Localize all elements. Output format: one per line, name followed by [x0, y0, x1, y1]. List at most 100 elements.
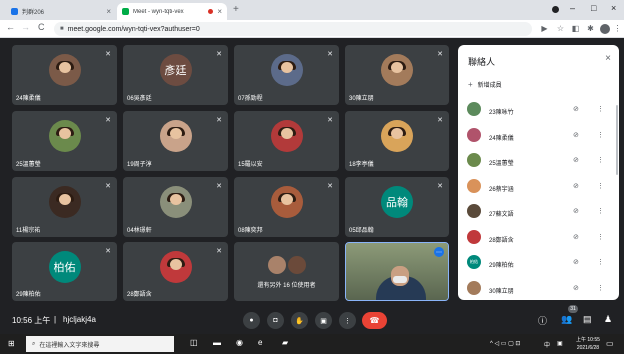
camera-toggle-icon[interactable]: ◘ — [267, 312, 284, 329]
meeting-code[interactable]: hjcljakj4a — [63, 315, 96, 324]
more-participants-tile[interactable]: 還有另外 16 位使用者 — [234, 242, 339, 301]
tab-close-icon[interactable]: × — [217, 7, 222, 16]
people-list-item[interactable]: 27蘇文語 ⊘ ⋮ — [458, 202, 619, 222]
extensions-icon[interactable]: ◧ — [571, 24, 580, 33]
participant-tile[interactable]: 彥廷 ✕ 06吳彥廷 — [123, 45, 228, 105]
avatar-face — [169, 258, 182, 270]
raise-hand-icon[interactable]: ✋ — [291, 312, 308, 329]
tab-close-icon[interactable]: × — [106, 7, 111, 16]
person-name: 24陳柔儀 — [489, 135, 514, 142]
participant-tile[interactable]: ✕ 19周子淳 — [123, 111, 228, 171]
people-icon[interactable]: 👥 — [561, 314, 572, 325]
self-video-tile[interactable]: ⋯ — [345, 242, 449, 301]
participant-tile[interactable]: ✕ 11楊宗祐 — [12, 177, 117, 237]
ime-mode-icon[interactable]: ▣ — [557, 340, 563, 347]
chrome-menu-icon[interactable]: ⋮ — [613, 24, 622, 33]
close-window-button[interactable]: × — [611, 3, 616, 13]
person-more-icon[interactable]: ⋮ — [597, 156, 604, 164]
person-more-icon[interactable]: ⋮ — [597, 131, 604, 139]
taskbar-search-box[interactable]: ⌕ 在這裡輸入文字來搜尋 — [26, 336, 174, 352]
participant-tile[interactable]: ✕ 15羅以安 — [234, 111, 339, 171]
tab-search-icon[interactable] — [552, 6, 559, 13]
folder-icon[interactable]: ▰ — [282, 338, 288, 347]
close-panel-icon[interactable]: × — [605, 53, 611, 64]
people-list-scrollbar[interactable] — [616, 105, 618, 175]
maximize-button[interactable]: □ — [591, 3, 596, 13]
chrome-icon[interactable]: ◉ — [236, 338, 243, 347]
profile-avatar[interactable] — [600, 24, 610, 34]
people-list-item[interactable]: 26蔡宇涵 ⊘ ⋮ — [458, 177, 619, 197]
person-mic-off-icon[interactable]: ⊘ — [573, 182, 579, 190]
participant-tile[interactable]: ✕ 28鄭語含 — [123, 242, 228, 301]
start-icon[interactable]: ⊞ — [8, 339, 15, 348]
participant-tile[interactable]: 柏佑 ✕ 29陳柏佑 — [12, 242, 117, 301]
chat-icon[interactable]: ▤ — [583, 314, 592, 325]
ime-indicator[interactable]: 中 — [544, 340, 550, 349]
minimize-button[interactable]: – — [570, 3, 575, 13]
tile-more-options-icon[interactable]: ⋯ — [434, 247, 444, 257]
person-mic-off-icon[interactable]: ⊘ — [573, 105, 579, 113]
participant-avatar: 柏佑 — [48, 250, 81, 283]
people-list-item[interactable]: 23陳咏竹 ⊘ ⋮ — [458, 100, 619, 120]
reload-icon[interactable]: C — [38, 22, 45, 32]
tab-meet[interactable]: Meet - wyn-tqti-vex × — [117, 3, 227, 20]
add-people-button[interactable]: + 新增成員 — [468, 80, 502, 89]
muted-mic-icon: ✕ — [327, 117, 333, 124]
participant-tile[interactable]: ✕ 04林璟軒 — [123, 177, 228, 237]
people-list-item[interactable]: 24陳柔儀 ⊘ ⋮ — [458, 126, 619, 146]
person-name: 29陳柏佑 — [489, 263, 514, 269]
address-bar[interactable]: ■ meet.google.com/wyn-tqti-vex?authuser=… — [54, 22, 532, 36]
bookmark-star-icon[interactable]: ☆ — [556, 24, 565, 33]
avatar-face — [58, 194, 71, 206]
task-view-icon[interactable]: ◫ — [190, 338, 198, 347]
tab-classroom[interactable]: 判群206 × — [6, 3, 116, 20]
person-more-icon[interactable]: ⋮ — [597, 233, 604, 241]
back-icon[interactable]: ← — [6, 22, 15, 32]
participant-tile[interactable]: ✕ 18李亭儀 — [345, 111, 449, 171]
notification-icon[interactable]: ▭ — [606, 339, 614, 348]
person-more-icon[interactable]: ⋮ — [597, 182, 604, 190]
activities-icon[interactable]: ♟ — [604, 314, 612, 325]
camera-in-use-icon[interactable]: ▶ — [540, 24, 549, 33]
meeting-details-icon[interactable]: ⓘ — [538, 314, 547, 327]
end-call-button[interactable]: ☎ — [362, 312, 387, 329]
people-list-item[interactable]: 柏佑 29陳柏佑 ⊘ ⋮ — [458, 253, 619, 273]
participant-tile[interactable]: ✕ 25溫蕙瑩 — [12, 111, 117, 171]
participant-tile[interactable]: ✕ 07孫勁程 — [234, 45, 339, 105]
people-list-item[interactable]: 30陳立朋 ⊘ ⋮ — [458, 279, 619, 299]
participant-avatar — [381, 54, 413, 86]
present-screen-icon[interactable]: ▣ — [315, 312, 332, 329]
person-mic-off-icon[interactable]: ⊘ — [573, 258, 579, 266]
person-mic-off-icon[interactable]: ⊘ — [573, 207, 579, 215]
browser-tab-strip: 判群206 × Meet - wyn-tqti-vex × + – □ × — [0, 0, 624, 20]
person-name: 28鄭語含 — [489, 237, 514, 244]
participant-avatar — [159, 186, 192, 218]
microphone-toggle-icon[interactable]: ● — [243, 312, 260, 329]
avatar-face — [280, 128, 293, 140]
participant-tile[interactable]: ✕ 24陳柔儀 — [12, 45, 117, 105]
new-tab-button[interactable]: + — [233, 4, 239, 15]
edge-icon[interactable]: e — [258, 338, 262, 347]
people-list-item[interactable]: 28鄭語含 ⊘ ⋮ — [458, 228, 619, 248]
puzzle-icon[interactable]: ✱ — [586, 24, 595, 33]
people-list-item[interactable]: 25溫蕙瑩 ⊘ ⋮ — [458, 151, 619, 171]
more-options-icon[interactable]: ⋮ — [339, 312, 356, 329]
taskbar-clock[interactable]: 上午 10:55 2021/6/28 — [576, 336, 600, 352]
participant-avatar — [270, 186, 303, 218]
participant-tile[interactable]: ✕ 08陳奕邦 — [234, 177, 339, 237]
participant-tile[interactable]: ✕ 30陳立朋 — [345, 45, 449, 105]
person-more-icon[interactable]: ⋮ — [597, 105, 604, 113]
person-more-icon[interactable]: ⋮ — [597, 258, 604, 266]
person-mic-off-icon[interactable]: ⊘ — [573, 233, 579, 241]
system-tray-icons[interactable]: ^ ◁ ▭ ▢ ⊡ — [490, 340, 520, 347]
person-more-icon[interactable]: ⋮ — [597, 284, 604, 292]
person-mic-off-icon[interactable]: ⊘ — [573, 284, 579, 292]
file-explorer-icon[interactable]: ▬ — [213, 338, 221, 347]
person-more-icon[interactable]: ⋮ — [597, 207, 604, 215]
person-mic-off-icon[interactable]: ⊘ — [573, 156, 579, 164]
participant-avatar — [48, 120, 81, 152]
participant-tile[interactable]: 品翰 ✕ 05邱品翰 — [345, 177, 449, 237]
clock-date: 2021/6/28 — [576, 345, 600, 351]
person-mic-off-icon[interactable]: ⊘ — [573, 131, 579, 139]
forward-icon[interactable]: → — [21, 22, 30, 32]
